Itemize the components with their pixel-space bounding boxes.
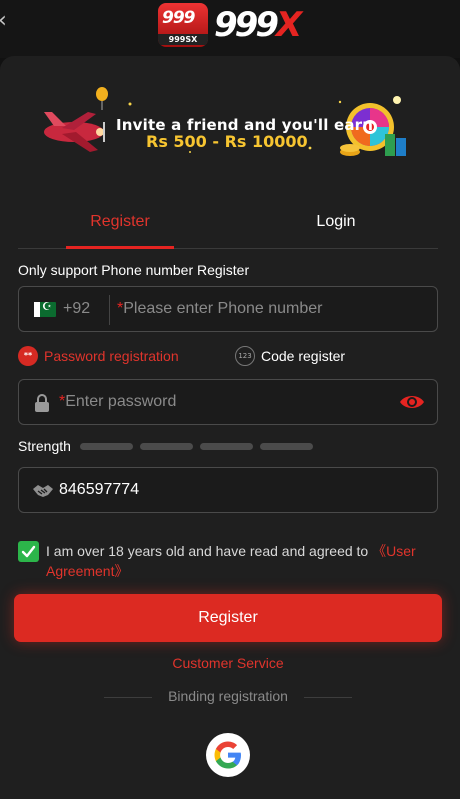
- brand-logo: 999 999SX 999X: [158, 2, 302, 48]
- invite-code-field[interactable]: 846597774: [18, 467, 438, 513]
- password-field[interactable]: *Enter password: [18, 379, 438, 425]
- logo-badge: 999 999SX: [158, 3, 208, 47]
- back-icon[interactable]: ‹: [0, 10, 12, 32]
- phone-field[interactable]: +92 *Please enter Phone number: [18, 286, 438, 332]
- handshake-icon: [33, 485, 53, 497]
- binding-registration-label: Binding registration: [168, 688, 288, 704]
- strength-bar-segment: [80, 443, 133, 450]
- auth-tabs: Register Login: [18, 204, 438, 249]
- numeric-code-icon: 123: [235, 346, 255, 366]
- logo-wordmark: 999X: [214, 5, 302, 45]
- phone-input[interactable]: *Please enter Phone number: [117, 300, 322, 318]
- pakistan-flag-icon[interactable]: [34, 300, 56, 317]
- password-registration-label: Password registration: [44, 348, 179, 364]
- google-login-button[interactable]: [206, 733, 250, 777]
- top-bar: ‹ 999 999SX 999X: [0, 0, 460, 58]
- agreement-statement: I am over 18 years old and have read and…: [46, 543, 373, 559]
- code-register-option[interactable]: 123 Code register: [235, 345, 345, 367]
- banner-amount: Rs 500 - Rs 10000: [146, 132, 308, 151]
- country-code[interactable]: +92: [63, 300, 90, 318]
- agreement-checkbox[interactable]: [18, 541, 39, 562]
- tab-register[interactable]: Register: [66, 204, 174, 249]
- logo-badge-number: 999: [162, 8, 195, 28]
- logo-word-accent: X: [275, 5, 302, 45]
- field-divider: [109, 295, 110, 325]
- password-input[interactable]: *Enter password: [59, 393, 176, 411]
- customer-service-link[interactable]: Customer Service: [0, 655, 456, 671]
- phone-placeholder: Please enter Phone number: [123, 300, 323, 317]
- password-dots-icon: **: [18, 346, 38, 366]
- strength-bar-segment: [200, 443, 253, 450]
- phone-only-notice: Only support Phone number Register: [18, 262, 250, 278]
- divider-line: [304, 697, 352, 698]
- password-placeholder: Enter password: [65, 393, 177, 410]
- code-register-label: Code register: [261, 348, 346, 364]
- tab-login[interactable]: Login: [278, 204, 394, 248]
- agreement-text: I am over 18 years old and have read and…: [46, 541, 446, 581]
- password-registration-option[interactable]: ** Password registration: [18, 345, 179, 367]
- google-icon: [214, 741, 241, 769]
- strength-bar-segment: [260, 443, 313, 450]
- strength-bar-segment: [140, 443, 193, 450]
- checkmark-icon: [21, 545, 36, 558]
- strength-label: Strength: [18, 438, 71, 454]
- register-button[interactable]: Register: [14, 594, 442, 642]
- invite-code-input[interactable]: 846597774: [59, 481, 139, 499]
- logo-word-main: 999: [214, 5, 279, 45]
- lock-icon: [35, 394, 49, 412]
- logo-badge-sub: 999SX: [158, 34, 208, 45]
- eye-icon[interactable]: [399, 392, 425, 412]
